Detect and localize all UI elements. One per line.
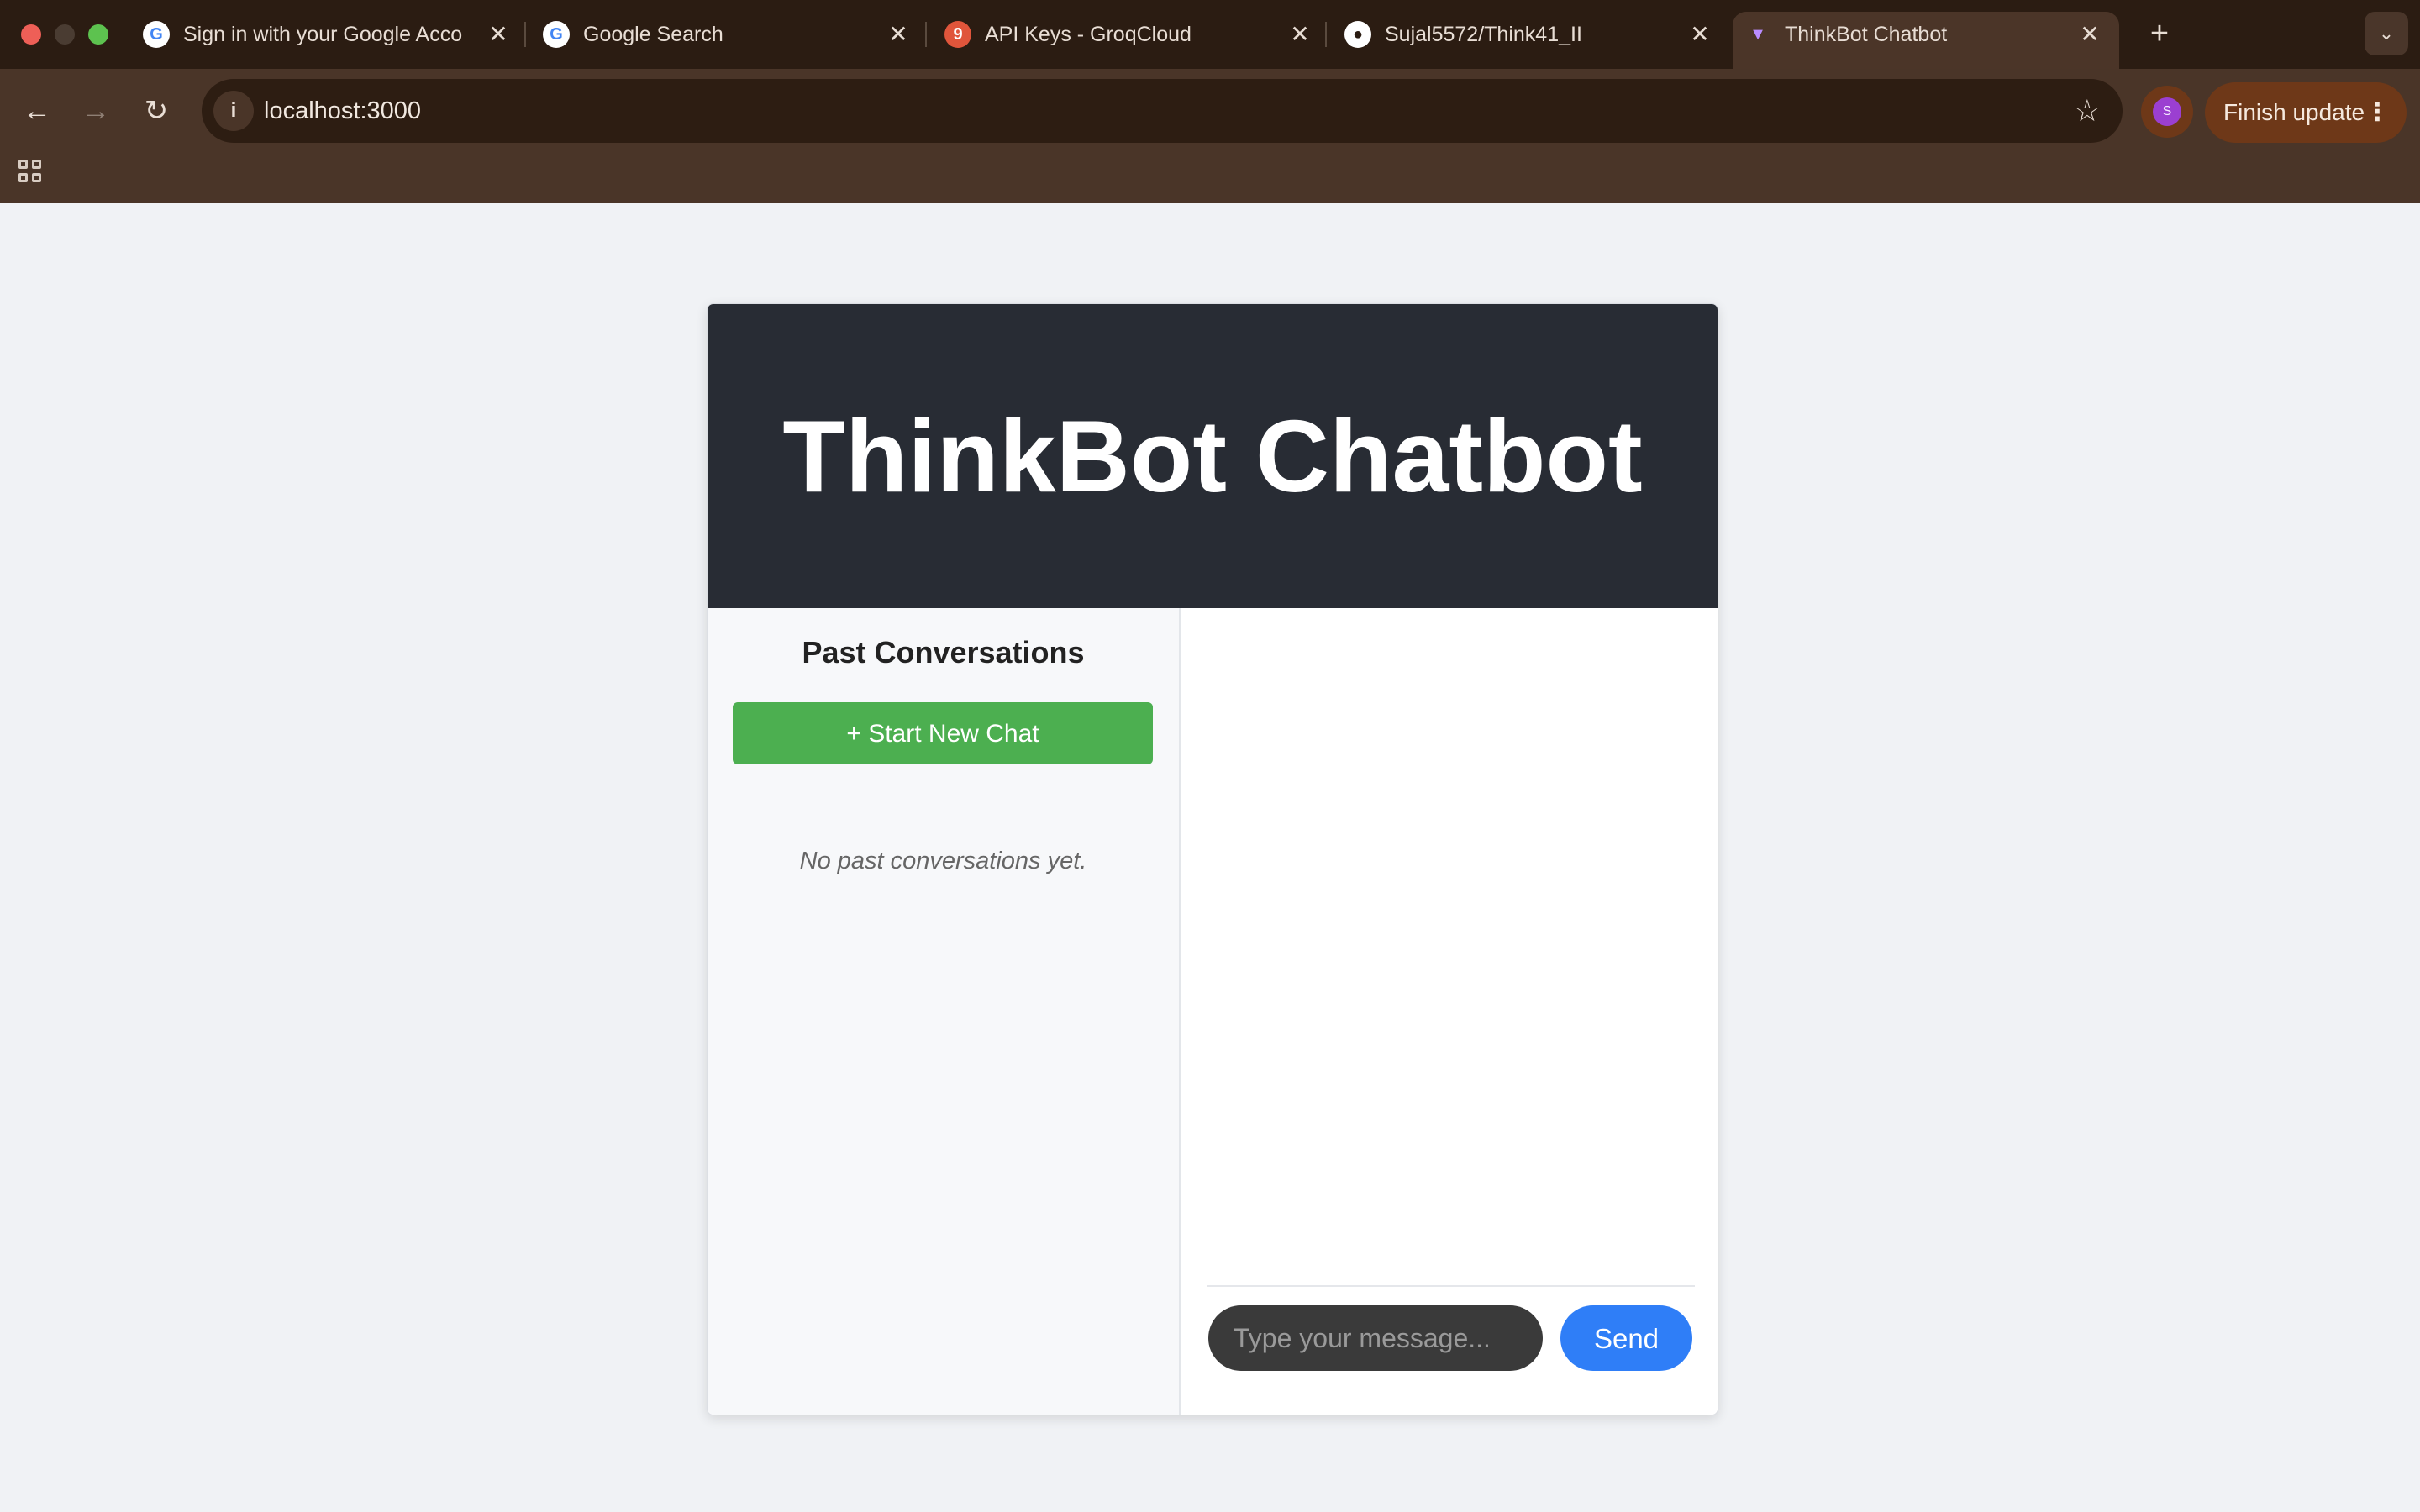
empty-conversations-message: No past conversations yet. (799, 848, 1087, 874)
address-bar[interactable]: i localhost:3000 ☆ (202, 79, 2123, 143)
close-icon[interactable]: ✕ (1287, 12, 1313, 57)
kebab-menu-icon[interactable]: ⋮ (2365, 82, 2390, 143)
window-close-button[interactable] (21, 24, 41, 45)
profile-avatar[interactable]: S (2141, 86, 2193, 138)
message-input[interactable] (1208, 1305, 1543, 1371)
bookmark-star-icon[interactable]: ☆ (2074, 79, 2101, 143)
tab-title: Sign in with your Google Acco (183, 23, 463, 46)
chatbot-card: ThinkBot Chatbot Past Conversations + St… (707, 303, 1718, 1415)
tab-title: Google Search (583, 23, 723, 46)
browser-tab-google-signin[interactable]: G Sign in with your Google Acco ✕ (143, 12, 538, 57)
browser-tab-google-search[interactable]: G Google Search ✕ (543, 12, 938, 57)
close-icon[interactable]: ✕ (1687, 12, 1712, 57)
window-zoom-button[interactable] (88, 24, 108, 45)
tab-title: Sujal5572/Think41_II (1385, 23, 1582, 46)
google-g-icon: G (543, 21, 570, 48)
back-button[interactable]: ← (13, 87, 60, 134)
forward-button[interactable]: → (72, 87, 119, 134)
start-new-chat-button[interactable]: + Start New Chat (733, 702, 1153, 764)
send-button[interactable]: Send (1560, 1305, 1692, 1371)
tab-separator (524, 22, 526, 47)
close-icon[interactable]: ✕ (2077, 12, 2102, 57)
chat-panel: Send (1181, 608, 1718, 1415)
tab-separator (925, 22, 927, 47)
finish-update-label: Finish update (2223, 99, 2365, 125)
profile-initial: S (2153, 97, 2181, 126)
groq-icon: 9 (944, 21, 971, 48)
new-tab-button[interactable]: + (2141, 15, 2178, 52)
window-minimize-button[interactable] (55, 24, 75, 45)
conversations-sidebar: Past Conversations + Start New Chat No p… (708, 608, 1181, 1415)
github-icon: ● (1344, 21, 1371, 48)
site-info-icon[interactable]: i (213, 91, 254, 131)
tab-search-button[interactable]: ⌄ (2365, 12, 2408, 55)
browser-tab-thinkbot[interactable]: ▼ ThinkBot Chatbot ✕ (1733, 12, 2119, 69)
tab-separator (1325, 22, 1327, 47)
app-title: ThinkBot Chatbot (708, 304, 1718, 608)
browser-tab-github[interactable]: ● Sujal5572/Think41_II ✕ (1344, 12, 1739, 57)
tab-title: ThinkBot Chatbot (1785, 23, 1948, 46)
close-icon[interactable]: ✕ (886, 12, 911, 57)
tab-title: API Keys - GroqCloud (985, 23, 1192, 46)
vite-icon: ▼ (1749, 25, 1766, 44)
finish-update-button[interactable]: Finish update ⋮ (2205, 82, 2407, 143)
browser-toolbar: ← → ↻ i localhost:3000 ☆ S Finish update… (0, 69, 2420, 203)
reload-button[interactable]: ↻ (133, 87, 180, 134)
apps-grid-icon[interactable] (18, 160, 47, 188)
address-text[interactable]: localhost:3000 (264, 79, 421, 143)
browser-tab-groqcloud[interactable]: 9 API Keys - GroqCloud ✕ (944, 12, 1339, 57)
sidebar-heading: Past Conversations (802, 635, 1085, 669)
tab-strip: G Sign in with your Google Acco ✕ G Goog… (0, 0, 2420, 69)
google-g-icon: G (143, 21, 170, 48)
close-icon[interactable]: ✕ (486, 12, 511, 57)
input-divider (1207, 1285, 1695, 1287)
